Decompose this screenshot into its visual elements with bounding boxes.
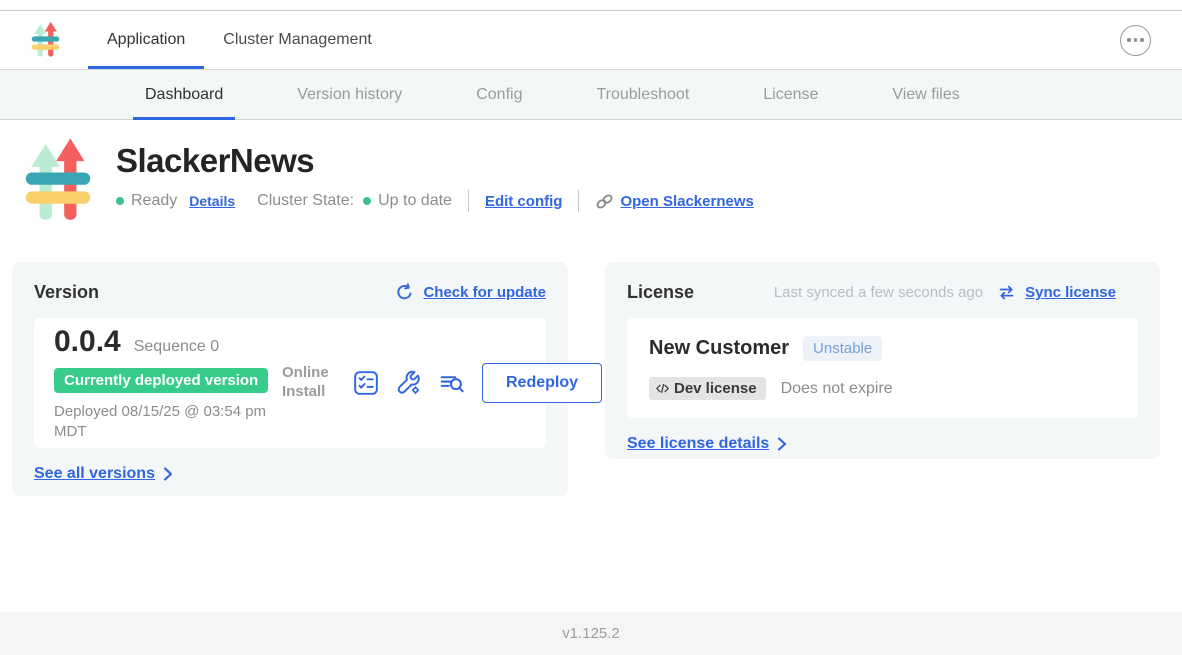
last-synced-text: Last synced a few seconds ago	[774, 284, 983, 301]
overflow-menu-button[interactable]	[1120, 25, 1151, 56]
version-actions: Online Install	[282, 363, 602, 403]
see-all-versions-label: See all versions	[34, 465, 155, 483]
ellipsis-icon	[1127, 38, 1131, 42]
tab-application[interactable]: Application	[88, 11, 204, 69]
ellipsis-icon	[1140, 38, 1144, 42]
admin-console-page: Application Cluster Management Dashboard…	[0, 0, 1182, 655]
check-for-update-label: Check for update	[423, 284, 546, 301]
license-expiry: Does not expire	[781, 380, 893, 398]
version-card-header: Version Check for update	[34, 282, 546, 303]
see-license-details-label: See license details	[627, 435, 769, 453]
license-card-title: License	[627, 282, 694, 303]
subnav-tab-config-label: Config	[476, 86, 522, 104]
subnav-tab-license[interactable]: License	[751, 70, 830, 119]
cluster-state-text: Up to date	[378, 192, 452, 210]
subnav-tab-troubleshoot-label: Troubleshoot	[596, 86, 689, 104]
app-status-dot	[116, 197, 124, 205]
chevron-right-icon	[161, 466, 175, 482]
app-status-text: Ready	[131, 192, 177, 210]
subnav-tab-troubleshoot[interactable]: Troubleshoot	[584, 70, 701, 119]
check-for-update[interactable]: Check for update	[395, 283, 546, 302]
app-logo-icon-large	[22, 136, 94, 226]
version-info: 0.0.4 Sequence 0 Currently deployed vers…	[54, 325, 282, 441]
app-status-row: Ready Details Cluster State: Up to date …	[116, 190, 754, 212]
license-sync-group: Last synced a few seconds ago Sync licen…	[774, 283, 1116, 302]
deployed-status-badge: Currently deployed version	[54, 368, 268, 393]
app-logo-icon	[30, 21, 61, 59]
open-app-link[interactable]: Open Slackernews	[595, 192, 753, 211]
refresh-icon	[395, 283, 414, 302]
license-card-header: License Last synced a few seconds ago Sy…	[627, 282, 1138, 303]
dashboard-cards: Version Check for update	[12, 262, 1160, 496]
subnav-tab-version-history-label: Version history	[297, 86, 402, 104]
install-type-label: Online Install	[282, 364, 336, 402]
console-footer: v1.125.2	[0, 612, 1182, 655]
license-info-panel: New Customer Unstable	[627, 318, 1138, 418]
divider	[578, 190, 579, 212]
sync-icon[interactable]	[997, 283, 1016, 302]
subnav-tab-config[interactable]: Config	[464, 70, 534, 119]
subnav-tab-view-files[interactable]: View files	[880, 70, 971, 119]
version-card: Version Check for update	[12, 262, 568, 496]
version-card-title: Version	[34, 282, 99, 303]
customer-name: New Customer	[649, 337, 789, 360]
version-number: 0.0.4	[54, 325, 121, 359]
tab-cluster-management-label: Cluster Management	[223, 31, 372, 49]
app-head-text: SlackerNews Ready Details Cluster State:…	[116, 142, 754, 226]
code-icon	[655, 382, 670, 395]
configure-wrench-icon[interactable]	[396, 370, 422, 396]
cluster-status-dot	[363, 197, 371, 205]
dashboard-main: SlackerNews Ready Details Cluster State:…	[0, 136, 1182, 496]
license-type-badge: Dev license	[649, 377, 766, 400]
main-nav-tabs: Application Cluster Management	[88, 11, 391, 69]
link-chain-icon	[595, 192, 614, 211]
edit-config-link[interactable]: Edit config	[485, 193, 563, 210]
current-version-panel: 0.0.4 Sequence 0 Currently deployed vers…	[34, 318, 546, 448]
redeploy-button[interactable]: Redeploy	[482, 363, 602, 403]
main-nav: Application Cluster Management	[0, 10, 1182, 69]
view-logs-icon[interactable]	[439, 370, 465, 396]
see-all-versions-link[interactable]: See all versions	[34, 465, 546, 483]
channel-badge: Unstable	[803, 336, 882, 361]
tab-cluster-management[interactable]: Cluster Management	[204, 11, 391, 69]
subnav-tab-dashboard[interactable]: Dashboard	[133, 70, 235, 119]
console-version: v1.125.2	[562, 625, 620, 642]
subnav-tab-version-history[interactable]: Version history	[285, 70, 414, 119]
ellipsis-icon	[1134, 38, 1138, 42]
see-license-details-link[interactable]: See license details	[627, 435, 1138, 453]
top-strip	[0, 0, 1182, 10]
preflight-checklist-icon[interactable]	[353, 370, 379, 396]
subnav-tab-dashboard-label: Dashboard	[145, 86, 223, 104]
app-subnav: Dashboard Version history Config Trouble…	[0, 69, 1182, 120]
cluster-state-label: Cluster State:	[257, 192, 354, 210]
status-details-link[interactable]: Details	[189, 193, 235, 209]
version-sequence: Sequence 0	[134, 338, 219, 356]
sync-license-link[interactable]: Sync license	[1025, 284, 1116, 301]
page-title: SlackerNews	[116, 142, 754, 180]
deployed-timestamp: Deployed 08/15/25 @ 03:54 pm MDT	[54, 402, 274, 441]
subnav-tab-license-label: License	[763, 86, 818, 104]
chevron-right-icon	[775, 436, 789, 452]
license-type-label: Dev license	[674, 380, 757, 397]
divider	[468, 190, 469, 212]
app-header: SlackerNews Ready Details Cluster State:…	[22, 136, 1182, 226]
subnav-tab-view-files-label: View files	[892, 86, 959, 104]
tab-application-label: Application	[107, 31, 185, 49]
license-card: License Last synced a few seconds ago Sy…	[605, 262, 1160, 459]
open-app-link-label: Open Slackernews	[620, 193, 753, 210]
